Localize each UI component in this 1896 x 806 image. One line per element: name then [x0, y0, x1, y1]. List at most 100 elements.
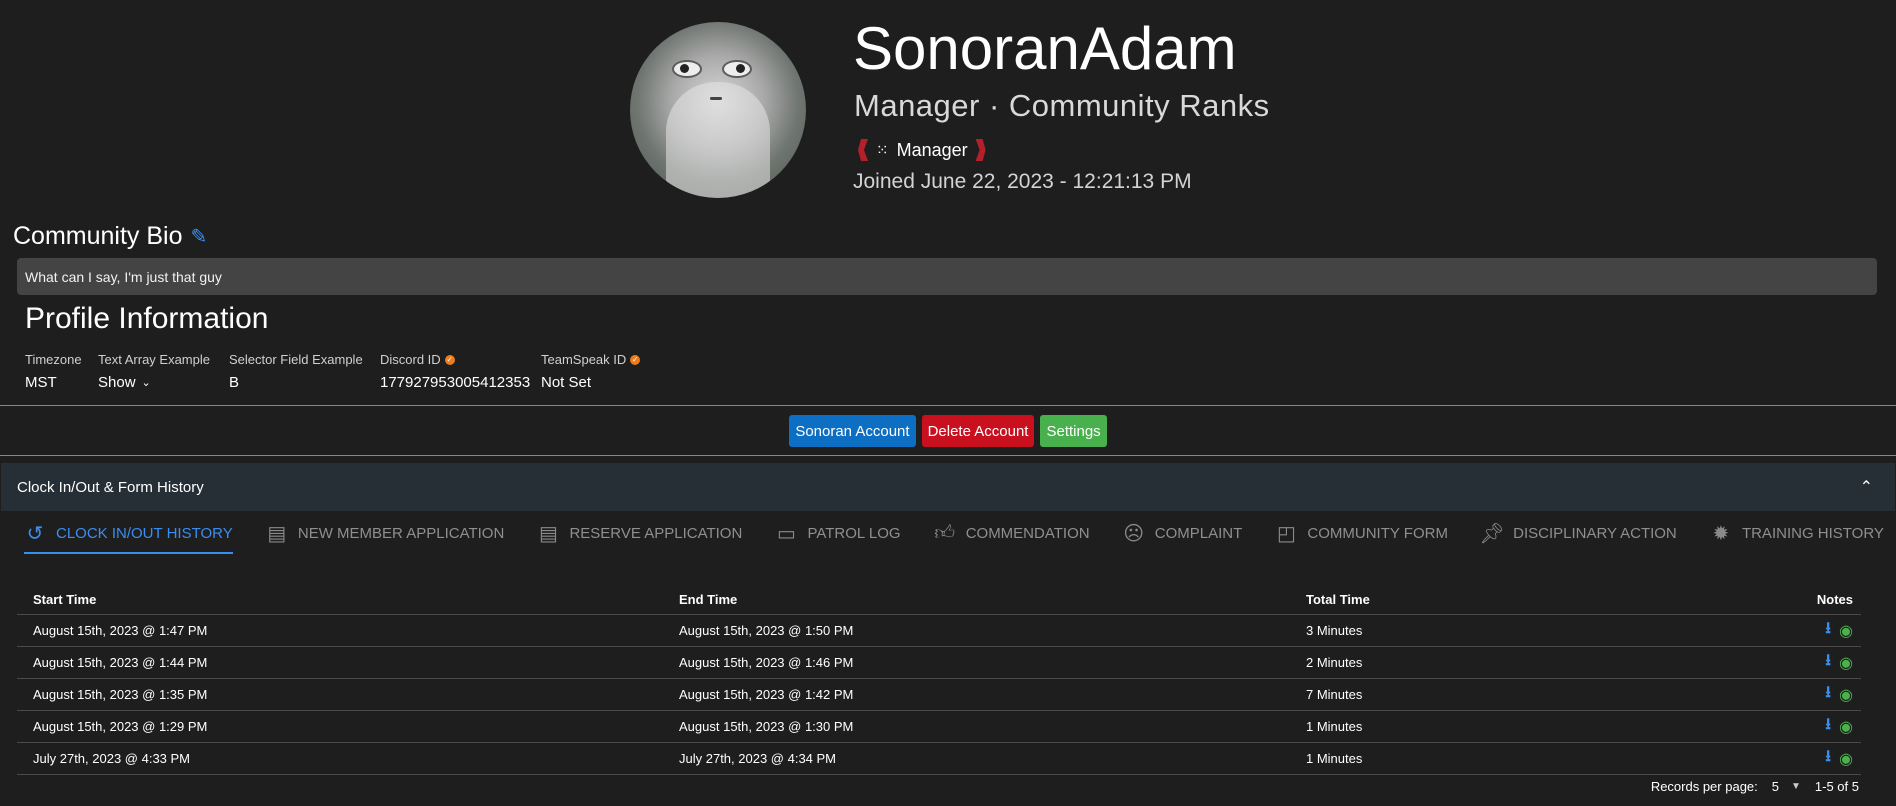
- rank-label: Manager: [896, 139, 968, 160]
- rank-badge: ⁙ Manager: [858, 138, 986, 162]
- tab-reserve-application[interactable]: ▤ RESERVE APPLICATION: [537, 518, 742, 548]
- pencil-icon[interactable]: ✎: [191, 227, 209, 247]
- field-text-array: Text Array Example Show ⌄: [98, 352, 210, 391]
- caret-down-icon[interactable]: ▼: [1791, 781, 1801, 792]
- download-icon[interactable]: ⭳: [1825, 745, 1831, 772]
- field-value: B: [229, 374, 240, 391]
- table-row: July 27th, 2023 @ 4:33 PM July 27th, 202…: [17, 742, 1861, 775]
- bio-text: What can I say, I'm just that guy: [25, 268, 222, 285]
- download-icon[interactable]: ⭳: [1825, 713, 1831, 740]
- bracket-right-icon: [975, 139, 986, 161]
- field-label: Timezone: [25, 352, 82, 367]
- bio-box: What can I say, I'm just that guy: [17, 258, 1877, 295]
- document-icon: ▤: [539, 522, 558, 545]
- eye-icon[interactable]: ◉: [1839, 653, 1853, 673]
- field-discord-id: Discord ID ✓ 177927953005412353: [380, 352, 530, 391]
- records-per-page-select[interactable]: 5 ▼: [1772, 779, 1801, 794]
- end-time-cell: August 15th, 2023 @ 1:42 PM: [663, 678, 1290, 711]
- notes-cell: ⭳ ◉: [1690, 678, 1861, 711]
- divider: [0, 405, 1896, 406]
- column-header[interactable]: Total Time: [1290, 584, 1690, 615]
- profile-username: SonoranAdam: [853, 15, 1237, 82]
- history-panel-header[interactable]: Clock In/Out & Form History ⌃: [1, 463, 1895, 511]
- rank-emblem-icon: ⁙: [876, 142, 889, 159]
- bracket-left-icon: [858, 139, 868, 161]
- joined-date: Joined June 22, 2023 - 12:21:13 PM: [853, 170, 1192, 193]
- total-time-cell: 1 Minutes: [1290, 710, 1690, 743]
- tab-label: DISCIPLINARY ACTION: [1513, 524, 1677, 542]
- divider: [0, 455, 1896, 456]
- chevron-down-icon[interactable]: ⌄: [142, 376, 151, 389]
- document-icon: ▤: [267, 522, 287, 545]
- clock-history-table: Start Time End Time Total Time Notes Aug…: [17, 584, 1861, 775]
- page-range: 1-5 of 5: [1814, 779, 1859, 794]
- tab-commendation[interactable]: 👍︎ COMMENDATION: [934, 518, 1090, 548]
- total-time-cell: 1 Minutes: [1290, 742, 1690, 775]
- table-header-row: Start Time End Time Total Time Notes: [17, 584, 1861, 615]
- avatar: [630, 22, 806, 198]
- total-time-cell: 7 Minutes: [1290, 678, 1690, 711]
- total-time-cell: 2 Minutes: [1290, 646, 1690, 679]
- tab-label: CLOCK IN/OUT HISTORY: [56, 524, 233, 542]
- field-value: 177927953005412353: [380, 374, 531, 391]
- tab-label: TRAINING HISTORY: [1741, 524, 1884, 542]
- download-icon[interactable]: ⭳: [1825, 681, 1831, 708]
- download-icon[interactable]: ⭳: [1825, 649, 1831, 676]
- total-time-cell: 3 Minutes: [1290, 614, 1690, 647]
- field-label: Text Array Example: [98, 352, 210, 367]
- notes-cell: ⭳ ◉: [1690, 614, 1861, 647]
- notes-cell: ⭳ ◉: [1690, 742, 1861, 775]
- notes-cell: ⭳ ◉: [1690, 710, 1861, 743]
- table-row: August 15th, 2023 @ 1:29 PM August 15th,…: [17, 710, 1861, 743]
- show-toggle[interactable]: Show ⌄: [98, 374, 210, 391]
- field-value: MST: [25, 374, 57, 391]
- eye-icon[interactable]: ◉: [1839, 685, 1853, 705]
- profile-info-title: Profile Information: [25, 302, 269, 335]
- tab-label: PATROL LOG: [807, 524, 901, 542]
- badge-icon: ✹: [1712, 522, 1730, 545]
- records-per-page-label: Records per page:: [1650, 779, 1758, 794]
- tab-complaint[interactable]: ☹ COMPLAINT: [1123, 518, 1243, 548]
- field-timezone: Timezone MST: [25, 352, 82, 391]
- sonoran-account-button[interactable]: Sonoran Account: [789, 415, 916, 447]
- start-time-cell: July 27th, 2023 @ 4:33 PM: [17, 742, 663, 775]
- field-label: TeamSpeak ID: [541, 352, 627, 367]
- start-time-cell: August 15th, 2023 @ 1:44 PM: [17, 646, 663, 679]
- field-value: Not Set: [541, 374, 592, 391]
- tab-label: COMMUNITY FORM: [1307, 524, 1448, 542]
- column-header[interactable]: End Time: [663, 584, 1290, 615]
- tab-label: COMPLAINT: [1154, 524, 1243, 542]
- table-row: August 15th, 2023 @ 1:47 PM August 15th,…: [17, 614, 1861, 647]
- tab-training-history[interactable]: ✹ TRAINING HISTORY: [1710, 518, 1884, 548]
- tab-patrol-log[interactable]: ▭ PATROL LOG: [775, 518, 901, 548]
- tab-clock-history[interactable]: ↺ CLOCK IN/OUT HISTORY: [24, 518, 233, 554]
- eye-icon[interactable]: ◉: [1839, 621, 1853, 641]
- tab-community-form[interactable]: ◰ COMMUNITY FORM: [1275, 518, 1448, 548]
- notes-cell: ⭳ ◉: [1690, 646, 1861, 679]
- field-label: Selector Field Example: [229, 352, 363, 367]
- records-per-page-value[interactable]: 5: [1772, 779, 1779, 794]
- history-tabs: ↺ CLOCK IN/OUT HISTORY ▤ NEW MEMBER APPL…: [24, 516, 1884, 554]
- thumbs-up-icon: 👍︎: [934, 522, 956, 544]
- download-icon[interactable]: ⭳: [1825, 617, 1831, 644]
- eye-icon[interactable]: ◉: [1839, 749, 1853, 769]
- verified-icon: ✓: [630, 354, 641, 365]
- tab-label: COMMENDATION: [965, 524, 1090, 542]
- settings-button[interactable]: Settings: [1040, 415, 1107, 447]
- field-teamspeak-id: TeamSpeak ID ✓ Not Set: [541, 352, 641, 391]
- field-selector: Selector Field Example B: [229, 352, 363, 391]
- chevron-up-icon[interactable]: ⌃: [1860, 477, 1873, 497]
- eye-icon[interactable]: ◉: [1839, 717, 1853, 737]
- end-time-cell: August 15th, 2023 @ 1:30 PM: [663, 710, 1290, 743]
- tab-disciplinary-action[interactable]: 📌︎ DISCIPLINARY ACTION: [1479, 518, 1677, 548]
- pagination: Records per page: 5 ▼ 1-5 of 5: [1651, 779, 1859, 794]
- delete-account-button[interactable]: Delete Account: [921, 415, 1035, 447]
- column-header[interactable]: Start Time: [17, 584, 663, 615]
- field-value[interactable]: Show: [98, 374, 136, 391]
- start-time-cell: August 15th, 2023 @ 1:29 PM: [17, 710, 663, 743]
- tab-new-member-application[interactable]: ▤ NEW MEMBER APPLICATION: [266, 518, 504, 548]
- pin-icon: 📌︎: [1479, 522, 1505, 545]
- end-time-cell: August 15th, 2023 @ 1:46 PM: [663, 646, 1290, 679]
- frown-icon: ☹: [1123, 522, 1145, 545]
- bio-title: Community Bio: [13, 222, 183, 250]
